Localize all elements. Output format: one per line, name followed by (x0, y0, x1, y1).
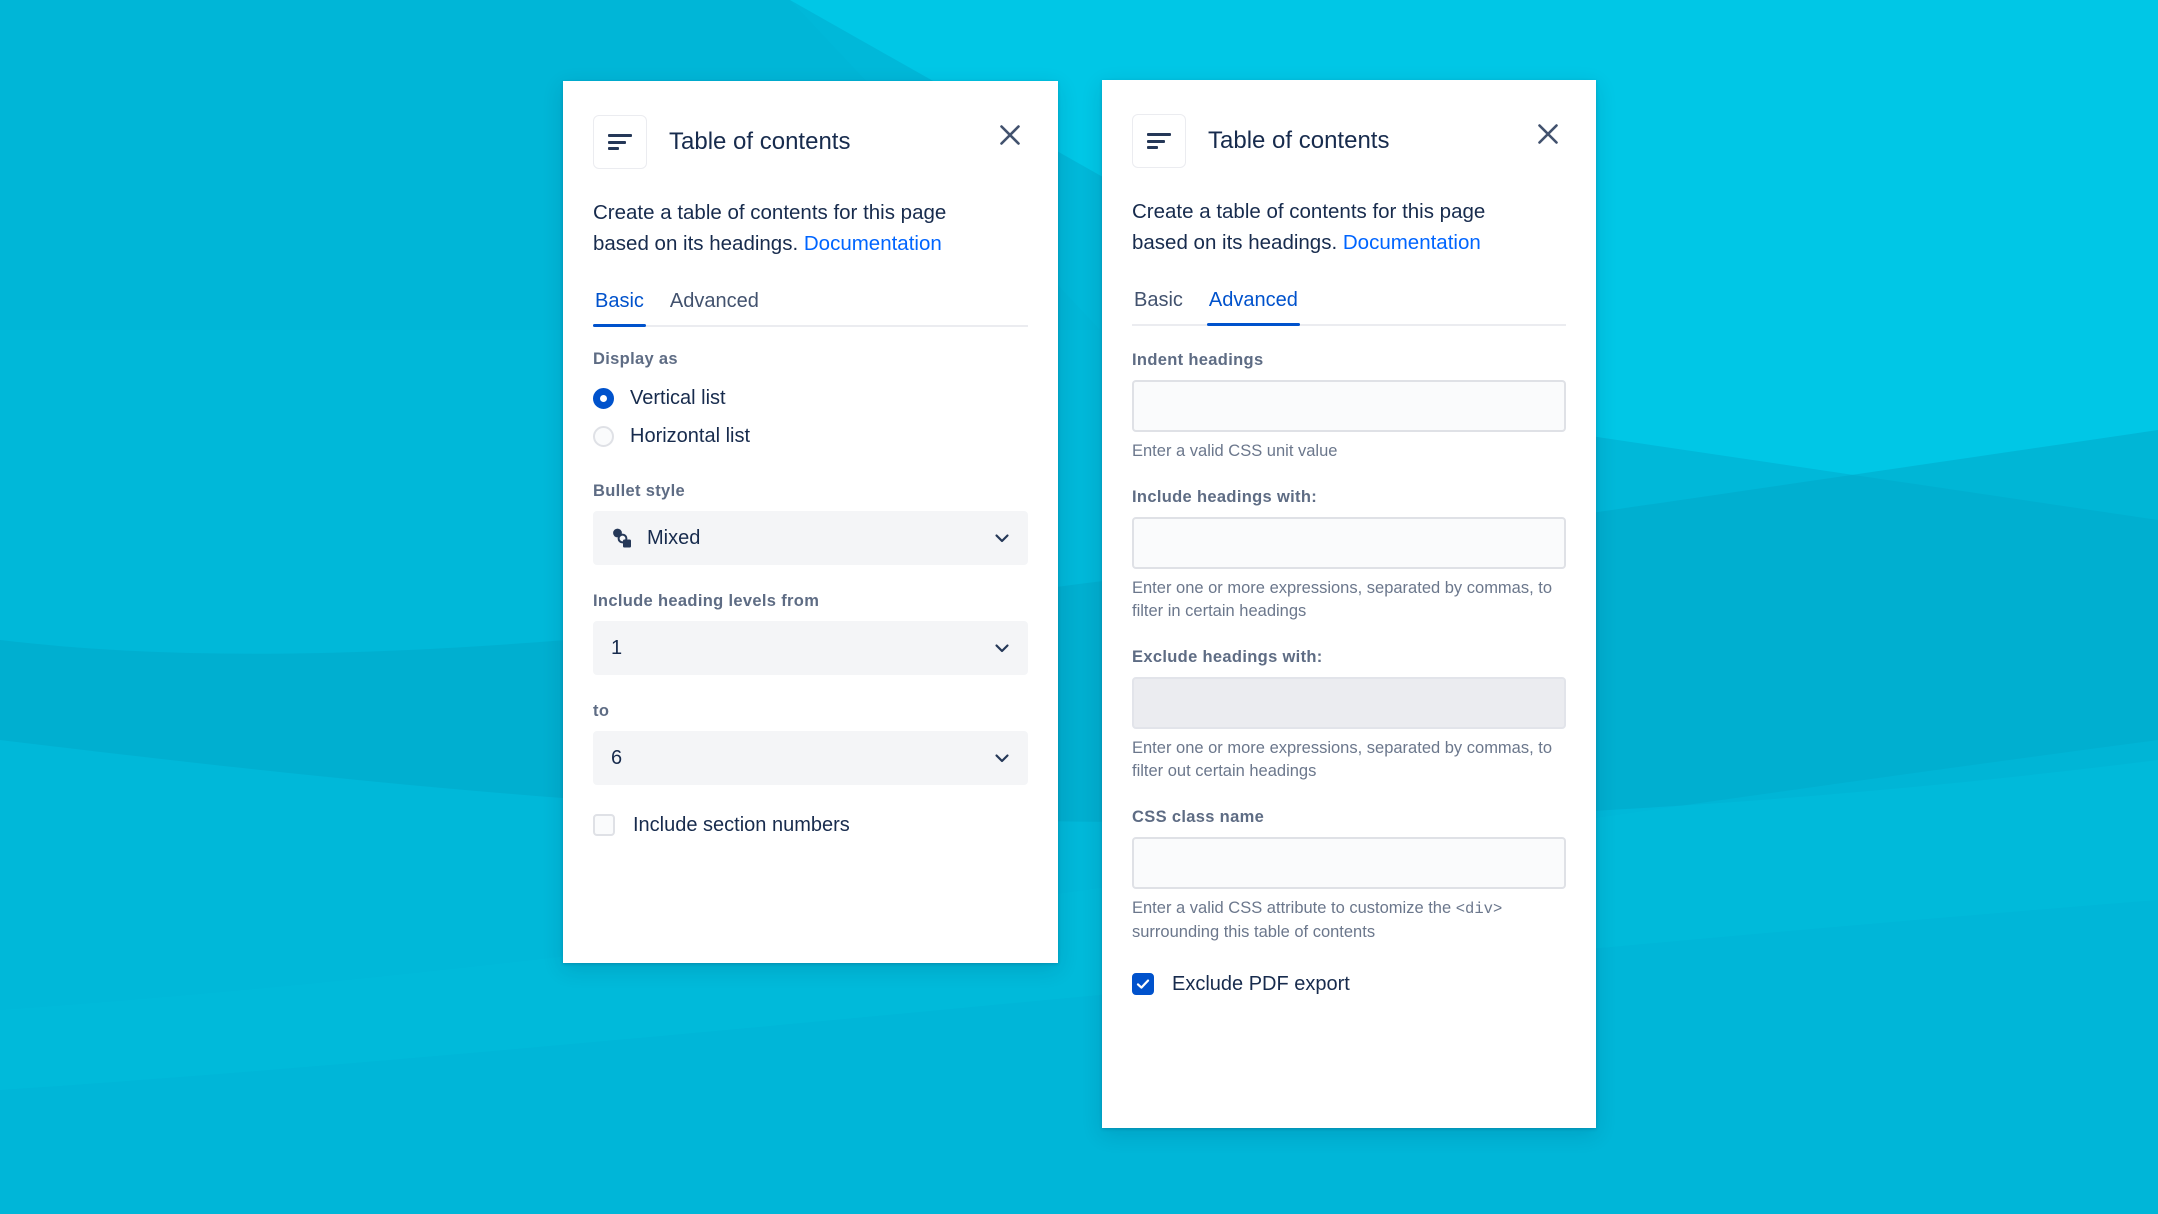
css-class-name-help-before: Enter a valid CSS attribute to customize… (1132, 899, 1456, 917)
close-icon[interactable] (1530, 116, 1566, 152)
tab-advanced[interactable]: Advanced (668, 289, 761, 325)
tab-bar: Basic Advanced (593, 289, 1028, 327)
checkbox-checked-icon (1132, 973, 1154, 995)
css-class-name-help: Enter a valid CSS attribute to customize… (1132, 897, 1566, 944)
radio-horizontal-list-label: Horizontal list (630, 425, 751, 447)
panel-description: Create a table of contents for this page… (1132, 196, 1532, 258)
exclude-headings-field: Exclude headings with: Enter one or more… (1132, 647, 1566, 783)
documentation-link[interactable]: Documentation (1343, 231, 1481, 254)
panel-description: Create a table of contents for this page… (593, 197, 993, 259)
documentation-link[interactable]: Documentation (804, 232, 942, 255)
bullet-style-value: Mixed (647, 526, 701, 549)
indent-headings-field: Indent headings Enter a valid CSS unit v… (1132, 350, 1566, 463)
chevron-down-icon (995, 534, 1009, 543)
tab-bar: Basic Advanced (1132, 288, 1566, 326)
heading-levels-from-select[interactable]: 1 (593, 621, 1028, 675)
heading-levels-to-value: 6 (611, 746, 623, 769)
bullet-style-label: Bullet style (593, 482, 685, 500)
heading-levels-to-field: to 6 (593, 701, 1028, 785)
heading-levels-to-label: to (593, 702, 610, 720)
table-of-contents-icon (593, 115, 647, 169)
background-waves (0, 0, 2158, 1214)
radio-mark-unselected-icon (593, 425, 614, 447)
heading-levels-from-field: Include heading levels from 1 (593, 591, 1028, 675)
css-class-name-help-code: <div> (1455, 900, 1503, 918)
chevron-down-icon (995, 754, 1009, 763)
radio-vertical-list[interactable]: Vertical list (593, 379, 1028, 417)
exclude-pdf-export-checkbox[interactable]: Exclude PDF export (1132, 972, 1566, 996)
chevron-down-icon (995, 644, 1009, 653)
page-title: Table of contents (1208, 127, 1390, 154)
exclude-headings-label: Exclude headings with: (1132, 648, 1323, 666)
tab-basic[interactable]: Basic (593, 289, 646, 327)
indent-headings-help: Enter a valid CSS unit value (1132, 442, 1338, 460)
mixed-bullet-icon (613, 528, 631, 548)
radio-vertical-list-label: Vertical list (630, 387, 726, 409)
radio-mark-selected-icon (593, 387, 614, 409)
indent-headings-label: Indent headings (1132, 351, 1264, 369)
close-icon[interactable] (992, 117, 1028, 153)
panel-header: Table of contents (593, 109, 1028, 175)
radio-horizontal-list[interactable]: Horizontal list (593, 417, 1028, 455)
exclude-pdf-export-label: Exclude PDF export (1172, 973, 1350, 995)
bullet-style-field: Bullet style Mixed (593, 481, 1028, 565)
include-headings-input[interactable] (1132, 517, 1566, 569)
css-class-name-label: CSS class name (1132, 808, 1265, 826)
include-section-numbers-label: Include section numbers (633, 814, 850, 836)
css-class-name-input[interactable] (1132, 837, 1566, 889)
indent-headings-input[interactable] (1132, 380, 1566, 432)
display-as-radio-group: Vertical list Horizontal list (593, 379, 1028, 455)
include-section-numbers-checkbox[interactable]: Include section numbers (593, 813, 1028, 837)
include-headings-help: Enter one or more expressions, separated… (1132, 579, 1553, 620)
table-of-contents-icon (1132, 114, 1186, 168)
display-as-label: Display as (593, 350, 678, 368)
bullet-style-select[interactable]: Mixed (593, 511, 1028, 565)
include-headings-label: Include headings with: (1132, 488, 1318, 506)
table-of-contents-advanced-panel: Table of contents Create a table of cont… (1102, 80, 1596, 1128)
include-headings-field: Include headings with: Enter one or more… (1132, 487, 1566, 623)
table-of-contents-basic-panel: Table of contents Create a table of cont… (563, 81, 1058, 963)
heading-levels-from-value: 1 (611, 636, 623, 659)
tab-basic[interactable]: Basic (1132, 288, 1185, 324)
exclude-headings-input[interactable] (1132, 677, 1566, 729)
tab-advanced[interactable]: Advanced (1206, 288, 1300, 326)
css-class-name-field: CSS class name Enter a valid CSS attribu… (1132, 807, 1566, 944)
heading-levels-to-select[interactable]: 6 (593, 731, 1028, 785)
panel-header: Table of contents (1132, 108, 1566, 174)
checkbox-unchecked-icon (593, 814, 615, 836)
exclude-headings-help: Enter one or more expressions, separated… (1132, 739, 1553, 780)
page-title: Table of contents (669, 128, 851, 155)
heading-levels-from-label: Include heading levels from (593, 592, 820, 610)
css-class-name-help-after: surrounding this table of contents (1132, 923, 1376, 941)
